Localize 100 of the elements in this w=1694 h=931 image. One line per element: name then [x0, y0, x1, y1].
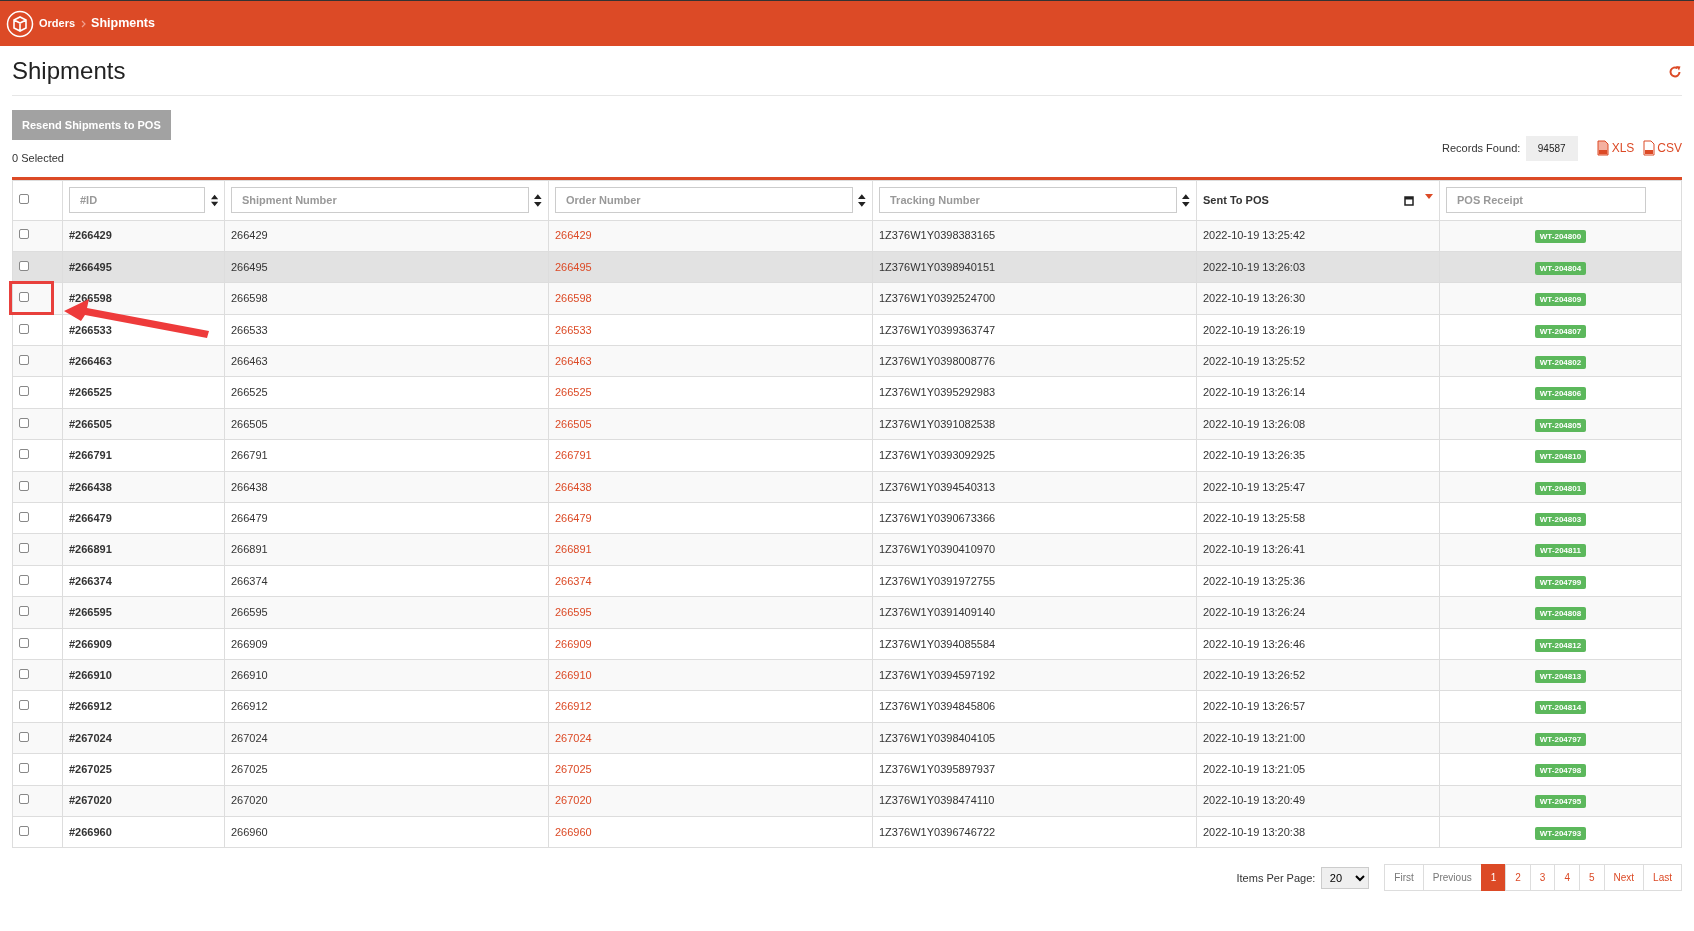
receipt-tag: WT-204811 — [1535, 544, 1586, 558]
row-checkbox[interactable] — [19, 637, 29, 648]
order-link[interactable]: 266374 — [555, 574, 592, 587]
id-cell: #267024 — [62, 722, 225, 754]
table-cell: 2022-10-19 13:20:49 — [1196, 785, 1440, 817]
order-link[interactable]: 266909 — [555, 637, 592, 650]
order-link[interactable]: 267024 — [555, 731, 592, 744]
order-link[interactable]: 266525 — [555, 386, 592, 399]
row-checkbox[interactable] — [19, 543, 29, 554]
id-cell: #266891 — [62, 533, 225, 566]
sort-caret-icon[interactable] — [1425, 193, 1433, 199]
sort-icon[interactable] — [534, 193, 542, 207]
select-all-checkbox[interactable] — [19, 193, 29, 204]
pagination-button[interactable]: Previous — [1422, 864, 1482, 892]
receipt-tag: WT-204808 — [1534, 607, 1587, 621]
row-checkbox[interactable] — [19, 825, 29, 836]
row-checkbox[interactable] — [19, 794, 29, 805]
table-cell: 266525 — [224, 376, 549, 409]
order-link[interactable]: 267025 — [555, 763, 592, 776]
records-count: 94587 — [1525, 135, 1578, 161]
id-cell: #266479 — [62, 502, 225, 534]
order-link[interactable]: 266791 — [555, 449, 592, 462]
row-checkbox[interactable] — [19, 700, 29, 711]
row-checkbox[interactable] — [19, 763, 29, 774]
table-cell: 1Z376W1Y0390410970 — [872, 533, 1197, 566]
records-label: Records Found: — [1442, 140, 1521, 156]
order-link[interactable]: 266960 — [555, 825, 592, 838]
order-link[interactable]: 266595 — [555, 606, 592, 619]
breadcrumb-item[interactable]: Orders — [39, 15, 76, 32]
pagination-button[interactable]: 3 — [1529, 864, 1556, 892]
row-checkbox[interactable] — [19, 355, 29, 365]
table-cell: 2022-10-19 13:26:57 — [1196, 690, 1440, 723]
pagination-button[interactable]: Last — [1643, 864, 1682, 892]
order-link[interactable]: 266891 — [555, 543, 592, 556]
pagination-button[interactable]: Next — [1603, 864, 1645, 892]
pagination-button[interactable]: 1 — [1480, 864, 1507, 892]
export-link[interactable]: XLS — [1596, 139, 1635, 157]
row-checkbox[interactable] — [19, 292, 29, 303]
export-link[interactable]: CSV — [1642, 139, 1682, 157]
filter-field[interactable]: Shipment Number — [231, 187, 529, 213]
row-checkbox[interactable] — [19, 731, 29, 742]
filter-field[interactable]: POS Receipt — [1446, 187, 1646, 213]
row-checkbox[interactable] — [19, 511, 29, 522]
id-cell: #267020 — [62, 785, 225, 817]
table-cell: 266463 — [224, 345, 549, 377]
row-checkbox[interactable] — [19, 229, 29, 240]
table-cell: 2022-10-19 13:26:46 — [1196, 628, 1440, 660]
order-link[interactable]: 267020 — [555, 794, 592, 807]
sort-icon[interactable] — [210, 193, 218, 207]
sort-icon[interactable] — [1182, 193, 1190, 207]
row-checkbox[interactable] — [19, 386, 29, 397]
table-cell: 1Z376W1Y0394845806 — [872, 690, 1197, 723]
row-checkbox[interactable] — [19, 323, 29, 334]
order-link[interactable]: 266598 — [555, 292, 592, 305]
table-cell: 1Z376W1Y0395292983 — [872, 376, 1197, 409]
row-checkbox[interactable] — [19, 606, 29, 617]
sort-icon[interactable] — [858, 193, 866, 207]
table-cell: 266598 — [224, 282, 549, 315]
table-cell: 1Z376W1Y0393092925 — [872, 439, 1197, 472]
order-link[interactable]: 266910 — [555, 668, 592, 681]
table-cell: 2022-10-19 13:26:24 — [1196, 596, 1440, 629]
row-checkbox[interactable] — [19, 480, 29, 491]
order-link[interactable]: 266495 — [555, 260, 592, 273]
row-checkbox[interactable] — [19, 574, 29, 585]
row-checkbox[interactable] — [19, 417, 29, 428]
receipt-tag: WT-204806 — [1534, 387, 1587, 401]
calendar-icon[interactable] — [1404, 194, 1414, 206]
row-checkbox[interactable] — [19, 668, 29, 679]
refresh-icon[interactable] — [1668, 64, 1682, 79]
table-cell: 1Z376W1Y0391409140 — [872, 596, 1197, 629]
row-checkbox[interactable] — [19, 449, 29, 460]
id-cell: #266463 — [62, 345, 225, 377]
order-link[interactable]: 266505 — [555, 417, 592, 430]
column-header[interactable]: Sent To POS — [1203, 191, 1269, 209]
pagination-button[interactable]: 4 — [1554, 864, 1580, 892]
table-cell: 1Z376W1Y0391972755 — [872, 565, 1197, 597]
table-cell: 266429 — [224, 220, 549, 252]
receipt-tag: WT-204807 — [1534, 324, 1587, 338]
table-cell: 2022-10-19 13:26:19 — [1196, 314, 1440, 346]
table-cell: 1Z376W1Y0394540313 — [872, 471, 1197, 503]
file-icon — [1596, 140, 1609, 156]
pagination-button[interactable]: 5 — [1578, 864, 1605, 892]
table-cell: 266595 — [224, 596, 549, 629]
filter-field[interactable]: Order Number — [555, 187, 853, 213]
table-cell: 1Z376W1Y0392524700 — [872, 282, 1197, 315]
order-link[interactable]: 266479 — [555, 511, 592, 524]
order-link[interactable]: 266912 — [555, 700, 592, 713]
order-link[interactable]: 266429 — [555, 229, 592, 242]
filter-field[interactable]: #ID — [69, 187, 206, 213]
order-link[interactable]: 266533 — [555, 323, 592, 336]
order-link[interactable]: 266463 — [555, 355, 592, 367]
row-checkbox[interactable] — [19, 260, 29, 271]
items-per-page-select[interactable]: 20 — [1320, 866, 1369, 889]
order-link[interactable]: 266438 — [555, 480, 592, 493]
filter-field[interactable]: Tracking Number — [879, 187, 1177, 213]
pagination-button[interactable]: First — [1384, 864, 1424, 892]
pagination-button[interactable]: 2 — [1505, 864, 1531, 892]
receipt-tag: WT-204812 — [1534, 638, 1587, 652]
id-cell: #266505 — [62, 408, 225, 440]
table-cell: 267020 — [224, 785, 549, 817]
